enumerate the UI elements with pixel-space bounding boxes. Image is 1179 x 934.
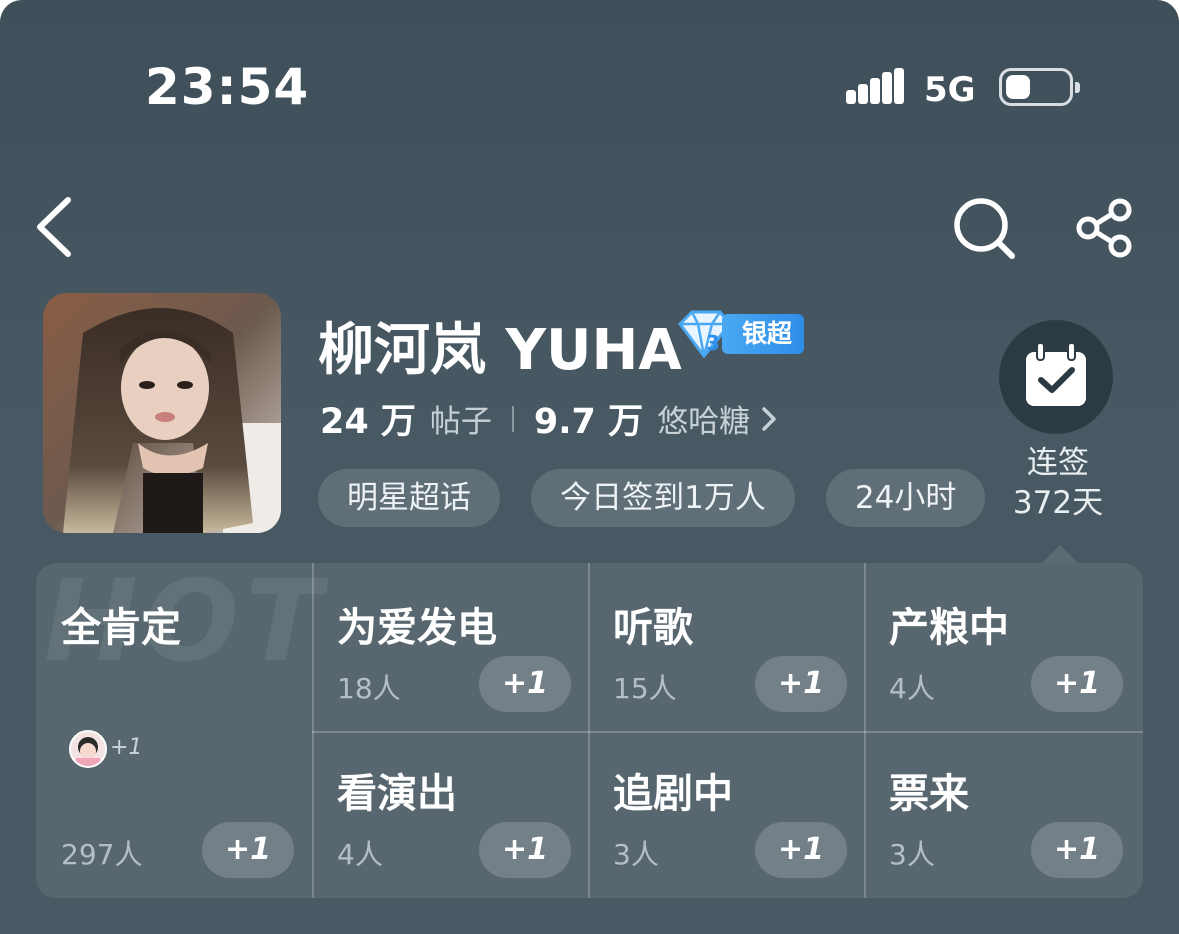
checkin-streak: 连签 372天 [996,443,1120,523]
chip-checkin-today[interactable]: 今日签到1万人 [531,469,795,527]
share-icon[interactable] [1072,196,1138,262]
activity-title: 产粮中 [889,605,1009,651]
chip-row: 明星超话 今日签到1万人 24小时 [318,469,988,529]
svg-text:3: 3 [706,331,720,355]
plus-one-button[interactable]: +1 [755,822,847,878]
chevron-right-icon [762,406,776,431]
stats-divider [511,405,514,432]
battery-icon [999,68,1080,106]
plus-one-button[interactable]: +1 [479,822,571,878]
avatar[interactable] [43,293,281,533]
activity-count: 4人 [889,672,935,705]
level-badge[interactable]: 3 银超 [676,310,805,358]
activity-title: 看演出 [337,771,457,817]
activity-count: 4人 [337,838,383,871]
activity-card[interactable]: 听歌 15人 +1 [588,563,864,731]
plus-one-button[interactable]: +1 [479,656,571,712]
fans-count: 9.7 万 [533,402,644,442]
mini-plus-label: +1 [110,735,143,760]
activity-title: 票来 [889,771,969,817]
activity-title: 为爱发电 [337,605,497,651]
network-label: 5G [924,70,976,110]
activity-count: 3人 [889,838,935,871]
checkin-days: 372天 [1012,485,1104,521]
chip-24h[interactable]: 24小时 [825,469,986,527]
activity-card[interactable]: 票来 3人 +1 [864,731,1143,898]
calendar-check-icon [1026,342,1086,406]
signal-icon [846,68,904,104]
activity-title: 听歌 [613,605,693,651]
activity-count: 297人 [61,838,143,871]
checkin-label: 连签 [1027,445,1089,481]
posts-count: 24 万 [320,402,416,442]
checkin-button[interactable] [999,320,1113,434]
activity-title: 全肯定 [61,605,181,651]
activity-count: 18人 [337,672,401,705]
activity-card[interactable]: 产粮中 4人 +1 [864,563,1143,731]
plus-one-button[interactable]: +1 [1031,822,1123,878]
chevron-left-icon[interactable] [30,192,80,262]
activity-count: 15人 [613,672,677,705]
status-time: 23:54 [145,58,310,116]
topic-name: 柳河岚 YUHA [318,318,682,383]
activity-card-featured[interactable]: HOT 全肯定 +1 297人 +1 [36,563,321,898]
activity-card[interactable]: 为爱发电 18人 +1 [312,563,588,731]
chip-category[interactable]: 明星超话 [318,469,500,527]
topic-stats[interactable]: 24 万 帖子 9.7 万 悠哈糖 [320,393,778,444]
activity-count: 3人 [613,838,659,871]
activity-card[interactable]: 追剧中 3人 +1 [588,731,864,898]
supertopic-screen: 23:54 5G 柳河岚 YUHA 3 银超 24 万 帖子 9.7 万 悠哈糖… [0,0,1179,934]
fans-label: 悠哈糖 [657,404,751,440]
plus-one-button[interactable]: +1 [1031,656,1123,712]
badge-label: 银超 [722,314,805,354]
plus-one-button[interactable]: +1 [755,656,847,712]
activity-title: 追剧中 [613,771,733,817]
activity-grid: HOT 全肯定 +1 297人 +1 为爱发电 18人 +1 听歌 15人 +1… [36,563,1143,898]
plus-one-button[interactable]: +1 [202,822,294,878]
popup-pointer [1040,545,1080,565]
avatar [69,730,107,768]
activity-card[interactable]: 看演出 4人 +1 [312,731,588,898]
search-icon[interactable] [952,196,1018,262]
posts-label: 帖子 [429,404,492,440]
